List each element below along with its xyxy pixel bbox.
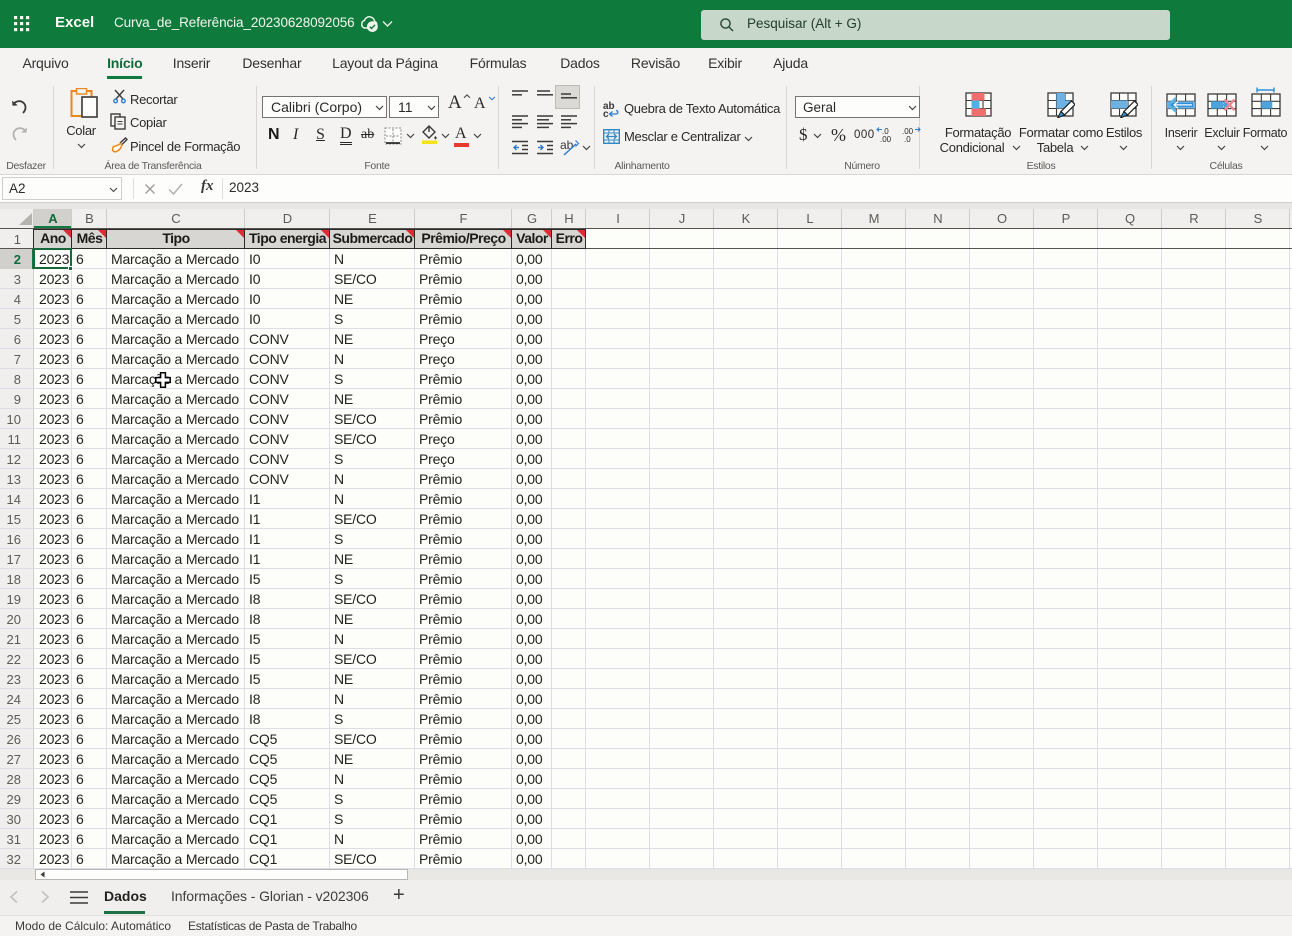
svg-text:.00: .00 — [880, 135, 892, 143]
svg-text:ab: ab — [560, 138, 574, 152]
svg-text:c: c — [603, 109, 609, 118]
svg-text:.0: .0 — [904, 135, 911, 143]
